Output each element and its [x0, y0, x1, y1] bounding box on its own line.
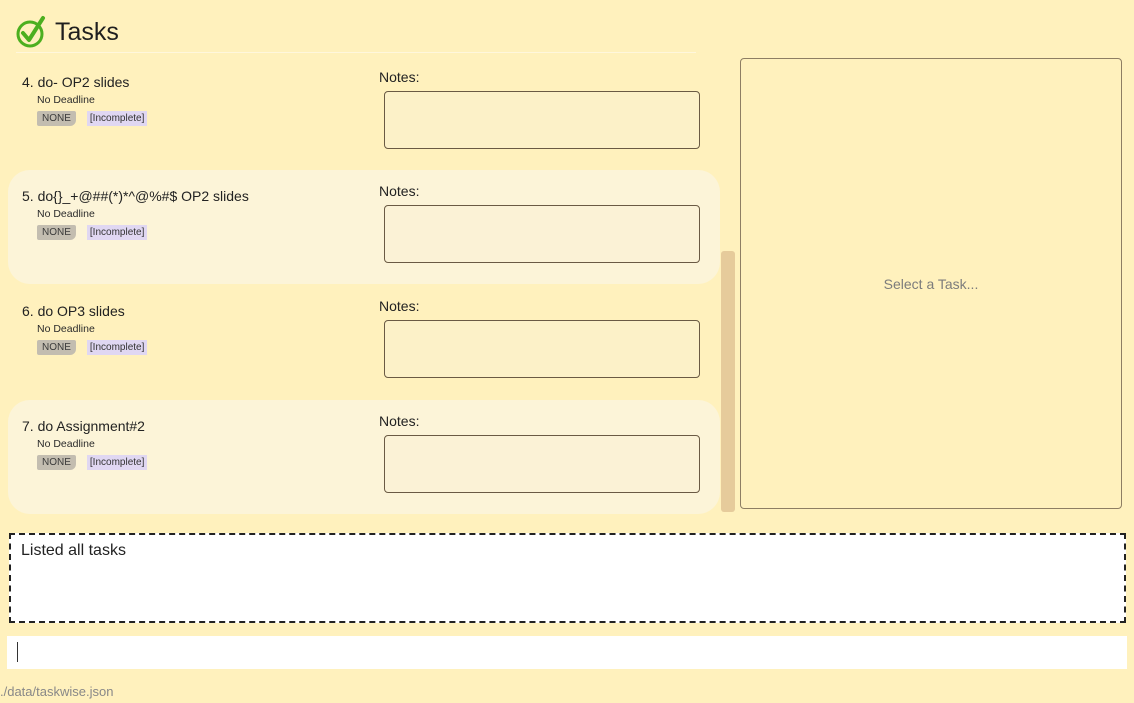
task-deadline: No Deadline	[37, 208, 95, 220]
task-deadline: No Deadline	[37, 94, 95, 106]
priority-badge: NONE	[37, 225, 76, 240]
notes-label: Notes:	[379, 183, 420, 199]
result-display: Listed all tasks	[9, 533, 1126, 623]
status-badge: [Incomplete]	[86, 111, 148, 126]
status-badge: [Incomplete]	[86, 225, 148, 240]
task-list[interactable]: 4. do- OP2 slides No Deadline NONE [Inco…	[0, 56, 736, 518]
task-deadline: No Deadline	[37, 323, 95, 335]
task-card[interactable]: 6. do OP3 slides No Deadline NONE [Incom…	[8, 285, 720, 399]
notes-label: Notes:	[379, 298, 420, 314]
task-card[interactable]: 5. do{}_+@##(*)*^@%#$ OP2 slides No Dead…	[8, 170, 720, 284]
checkmark-circle-icon	[16, 16, 45, 48]
status-bar-filepath: ./data/taskwise.json	[0, 684, 114, 699]
detail-placeholder: Select a Task...	[883, 275, 979, 292]
page-title: Tasks	[55, 17, 119, 46]
task-badges: NONE [Incomplete]	[37, 455, 148, 470]
task-name: 6. do OP3 slides	[22, 303, 125, 319]
notes-field[interactable]	[384, 91, 700, 149]
task-card[interactable]: 7. do Assignment#2 No Deadline NONE [Inc…	[8, 400, 720, 514]
notes-field[interactable]	[384, 435, 700, 493]
task-deadline: No Deadline	[37, 438, 95, 450]
app-header: Tasks	[16, 14, 119, 50]
task-detail-panel: Select a Task...	[740, 58, 1122, 509]
status-badge: [Incomplete]	[86, 455, 148, 470]
task-badges: NONE [Incomplete]	[37, 340, 148, 355]
text-caret	[17, 642, 18, 662]
notes-field[interactable]	[384, 320, 700, 378]
notes-label: Notes:	[379, 413, 420, 429]
command-input[interactable]	[7, 636, 1127, 669]
notes-label: Notes:	[379, 69, 420, 85]
priority-badge: NONE	[37, 455, 76, 470]
result-text: Listed all tasks	[21, 542, 126, 559]
task-list-scrollbar[interactable]	[721, 251, 735, 512]
task-card[interactable]: 4. do- OP2 slides No Deadline NONE [Inco…	[8, 56, 720, 170]
task-name: 7. do Assignment#2	[22, 418, 145, 434]
notes-field[interactable]	[384, 205, 700, 263]
priority-badge: NONE	[37, 111, 76, 126]
status-badge: [Incomplete]	[86, 340, 148, 355]
priority-badge: NONE	[37, 340, 76, 355]
header-divider	[16, 52, 696, 53]
task-name: 5. do{}_+@##(*)*^@%#$ OP2 slides	[22, 188, 249, 204]
task-badges: NONE [Incomplete]	[37, 225, 148, 240]
task-name: 4. do- OP2 slides	[22, 74, 130, 90]
task-badges: NONE [Incomplete]	[37, 111, 148, 126]
